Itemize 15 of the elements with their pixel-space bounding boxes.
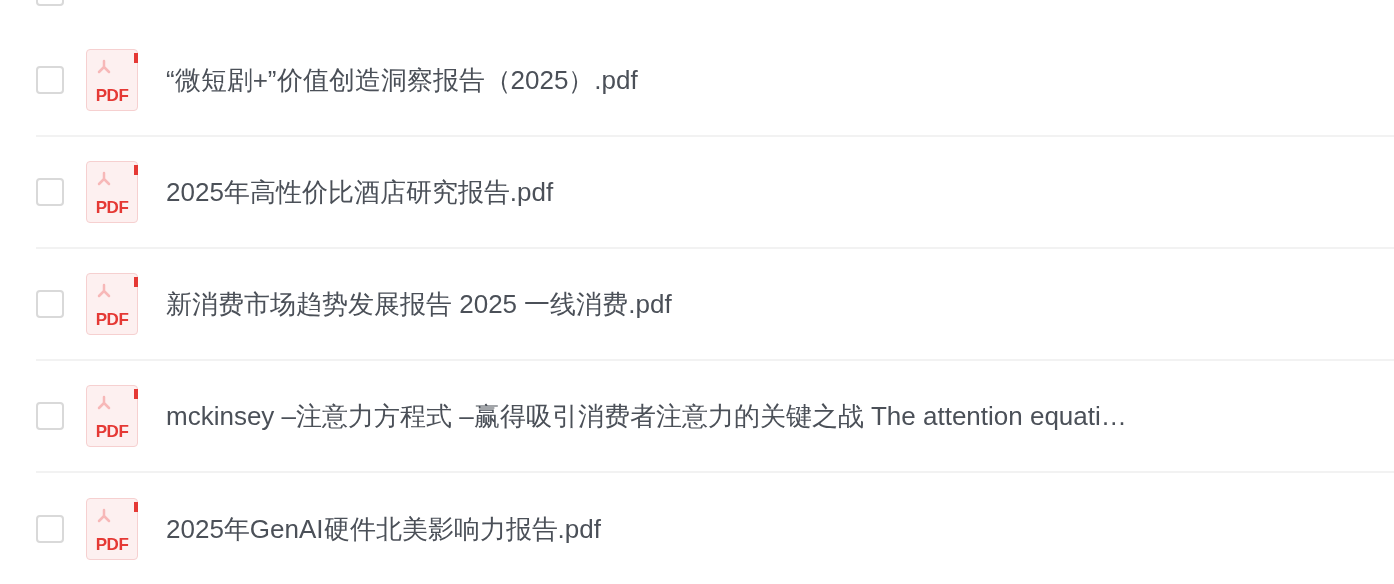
pdf-file-icon: PDF [86,385,138,447]
pdf-file-icon: PDF [86,498,138,560]
file-name[interactable]: “微短剧+”价值创造洞察报告（2025）.pdf [166,60,638,100]
file-name[interactable]: 2025年高性价比酒店研究报告.pdf [166,172,554,212]
file-name[interactable]: 新消费市场趋势发展报告 2025 一线消费.pdf [166,284,672,324]
pdf-file-icon: PDF [86,49,138,111]
checkbox[interactable] [36,402,64,430]
pdf-file-icon: PDF [86,161,138,223]
file-name[interactable]: 2025年GenAI硬件北美影响力报告.pdf [166,509,601,549]
checkbox[interactable] [36,515,64,543]
file-name[interactable]: mckinsey –注意力方程式 –赢得吸引消费者注意力的关键之战 The attention equati… [166,396,1127,436]
checkbox[interactable] [36,178,64,206]
checkbox[interactable] [36,66,64,94]
checkbox[interactable] [36,290,64,318]
pdf-file-icon: PDF [86,273,138,335]
